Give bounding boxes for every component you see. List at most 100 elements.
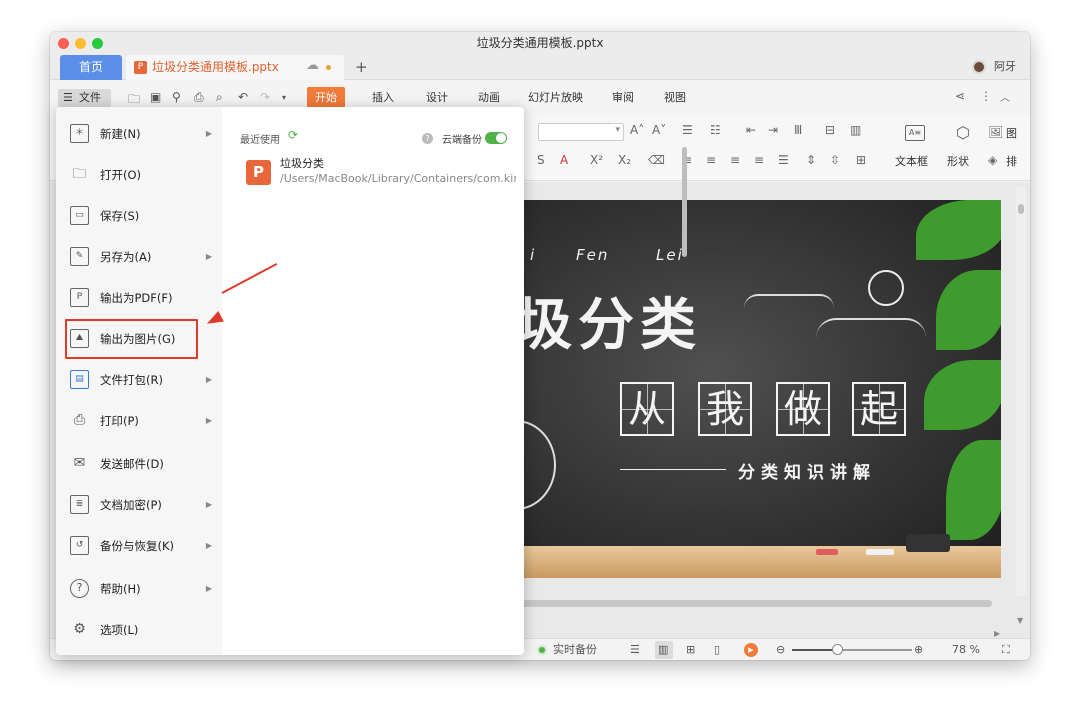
tab-insert[interactable]: 插入 bbox=[364, 87, 402, 108]
backup-status-label[interactable]: 实时备份 bbox=[553, 639, 597, 660]
zoom-slider-handle[interactable] bbox=[832, 644, 843, 655]
numbered-list-icon[interactable]: ☷ bbox=[710, 123, 721, 137]
font-shrink-icon[interactable]: A˅ bbox=[652, 123, 666, 137]
align-text-icon[interactable]: ⊟ bbox=[825, 123, 835, 137]
backup-icon: ↺ bbox=[70, 536, 89, 555]
textbox-icon[interactable]: A≡ bbox=[905, 125, 925, 141]
justify-icon[interactable]: ≡ bbox=[754, 153, 764, 167]
menu-item-label: 打印(P) bbox=[100, 414, 139, 428]
scroll-down-icon[interactable]: ▼ bbox=[1017, 616, 1023, 625]
tab-document[interactable]: P 垃圾分类通用模板.pptx ☁ bbox=[126, 55, 344, 80]
menu-item-save[interactable]: ▭ 保存(S) bbox=[56, 199, 222, 233]
distribute-icon[interactable]: ☰ bbox=[778, 153, 789, 167]
tab-design[interactable]: 设计 bbox=[418, 87, 456, 108]
menu-item-print[interactable]: ⎙ 打印(P) ▶ bbox=[56, 404, 222, 438]
collapse-ribbon-icon[interactable]: ︿ bbox=[1000, 89, 1010, 104]
new-tab-button[interactable]: + bbox=[355, 54, 368, 80]
tab-slideshow[interactable]: 幻灯片放映 bbox=[520, 87, 591, 108]
redo-icon[interactable]: ↷ bbox=[260, 90, 270, 104]
unsaved-dot bbox=[326, 65, 331, 70]
gear-icon: ⚙ bbox=[73, 621, 86, 637]
tab-home[interactable]: 首页 bbox=[60, 55, 122, 80]
slide-sorter-icon[interactable]: ⊞ bbox=[686, 639, 695, 660]
slide-char-box: 起 bbox=[852, 382, 906, 436]
zoom-in-icon[interactable]: ⊕ bbox=[914, 639, 923, 660]
zoom-out-icon[interactable]: ⊖ bbox=[776, 639, 785, 660]
reading-view-icon[interactable]: ▯ bbox=[714, 639, 720, 660]
presentation-file-icon: P bbox=[134, 61, 147, 74]
vertical-scrollbar[interactable] bbox=[1016, 186, 1026, 596]
zoom-window-button[interactable] bbox=[92, 38, 103, 49]
vertical-align-icon[interactable]: ⊞ bbox=[856, 153, 866, 167]
recent-scrollbar[interactable] bbox=[682, 147, 687, 257]
vertical-scroll-thumb[interactable] bbox=[1018, 204, 1024, 214]
menu-item-save-as[interactable]: ✎ 另存为(A) ▶ bbox=[56, 240, 222, 274]
superscript-icon[interactable]: X² bbox=[590, 153, 603, 167]
recent-title: 最近使用 bbox=[240, 135, 280, 146]
shapes-icon[interactable]: ⬡ bbox=[956, 123, 970, 142]
horizontal-scrollbar[interactable] bbox=[516, 600, 992, 607]
format-painter-icon[interactable]: ⚲ bbox=[172, 90, 181, 104]
menu-item-options[interactable]: ⚙ 选项(L) bbox=[56, 613, 222, 647]
menu-item-send-mail[interactable]: ✉ 发送邮件(D) bbox=[56, 447, 222, 481]
columns-icon[interactable]: ▥ bbox=[850, 123, 861, 137]
arrange-label[interactable]: 排 bbox=[1006, 153, 1017, 169]
customize-chevron-icon[interactable]: ▾ bbox=[282, 93, 286, 102]
tab-animation[interactable]: 动画 bbox=[470, 87, 508, 108]
notes-icon[interactable]: ☰ bbox=[630, 639, 640, 660]
line-spacing-icon[interactable]: ⇕ bbox=[806, 153, 816, 167]
help-icon[interactable]: ? bbox=[422, 133, 433, 144]
menu-item-open[interactable]: 🗀 打开(O) bbox=[56, 158, 222, 192]
print-icon: ⎙ bbox=[73, 412, 86, 428]
print-preview-icon[interactable]: ⌕ bbox=[216, 90, 223, 105]
menu-item-label: 文件打包(R) bbox=[100, 373, 163, 387]
strikethrough-icon[interactable]: S bbox=[537, 153, 545, 167]
paragraph-spacing-icon[interactable]: ⇳ bbox=[830, 153, 840, 167]
menu-item-encrypt[interactable]: ≣ 文档加密(P) ▶ bbox=[56, 488, 222, 522]
font-grow-icon[interactable]: A˄ bbox=[630, 123, 644, 137]
menu-item-export-pdf[interactable]: P 输出为PDF(F) bbox=[56, 281, 222, 315]
cloud-backup-toggle[interactable] bbox=[485, 132, 507, 144]
avatar[interactable] bbox=[972, 60, 986, 74]
menu-item-help[interactable]: ? 帮助(H) ▶ bbox=[56, 572, 222, 606]
fit-window-icon[interactable]: ⛶ bbox=[1002, 639, 1010, 660]
align-center-icon[interactable]: ≡ bbox=[706, 153, 716, 167]
file-menu-button[interactable]: ☰ 文件 bbox=[58, 89, 111, 107]
menu-item-backup[interactable]: ↺ 备份与恢复(K) ▶ bbox=[56, 529, 222, 563]
save-icon[interactable]: ▣ bbox=[150, 90, 161, 104]
file-menu-list: ＊ 新建(N) ▶ 🗀 打开(O) ▭ 保存(S) ✎ 另存为(A) ▶ P 输… bbox=[56, 107, 222, 655]
decrease-indent-icon[interactable]: ⇤ bbox=[746, 123, 756, 137]
text-direction-icon[interactable]: Ⅲ bbox=[794, 123, 802, 137]
close-window-button[interactable] bbox=[58, 38, 69, 49]
user-name[interactable]: 阿牙 bbox=[994, 54, 1016, 80]
tab-view[interactable]: 视图 bbox=[656, 87, 694, 108]
print-icon[interactable]: ⎙ bbox=[194, 90, 204, 105]
arrange-icon[interactable]: ◈ bbox=[988, 153, 997, 167]
slide-canvas[interactable]: i Fen Lei 圾分类 从 我 做 起 分类知识讲解 bbox=[516, 200, 1001, 578]
tab-home-ribbon[interactable]: 开始 bbox=[307, 87, 345, 108]
menu-item-new[interactable]: ＊ 新建(N) ▶ bbox=[56, 117, 222, 151]
shape-label[interactable]: 形状 bbox=[947, 153, 969, 169]
play-slideshow-icon[interactable]: ▶ bbox=[744, 643, 758, 657]
font-size-select[interactable]: ▾ bbox=[538, 123, 624, 141]
clear-format-icon[interactable]: ⌫ bbox=[648, 153, 665, 167]
zoom-level[interactable]: 78 % bbox=[952, 639, 980, 660]
undo-icon[interactable]: ↶ bbox=[238, 90, 248, 104]
subscript-icon[interactable]: X₂ bbox=[618, 153, 631, 167]
image-label[interactable]: 图 bbox=[1006, 125, 1017, 141]
align-right-icon[interactable]: ≡ bbox=[730, 153, 740, 167]
minimize-window-button[interactable] bbox=[75, 38, 86, 49]
textbox-label[interactable]: 文本框 bbox=[895, 153, 928, 169]
bullet-list-icon[interactable]: ☰ bbox=[682, 123, 693, 137]
menu-item-package[interactable]: ▤ 文件打包(R) ▶ bbox=[56, 363, 222, 397]
chevron-down-icon: ▾ bbox=[615, 125, 620, 135]
tab-review[interactable]: 审阅 bbox=[604, 87, 642, 108]
scroll-right-icon[interactable]: ▶ bbox=[994, 629, 1000, 638]
file-menu-label: 文件 bbox=[79, 91, 101, 104]
more-options-icon[interactable]: ⋮ bbox=[980, 89, 992, 103]
font-color-icon[interactable]: A bbox=[560, 153, 568, 167]
refresh-icon[interactable]: ⟳ bbox=[288, 128, 298, 142]
share-icon[interactable]: ⋖ bbox=[955, 89, 965, 103]
picture-icon[interactable]: 🖼 bbox=[988, 125, 1003, 139]
increase-indent-icon[interactable]: ⇥ bbox=[768, 123, 778, 137]
